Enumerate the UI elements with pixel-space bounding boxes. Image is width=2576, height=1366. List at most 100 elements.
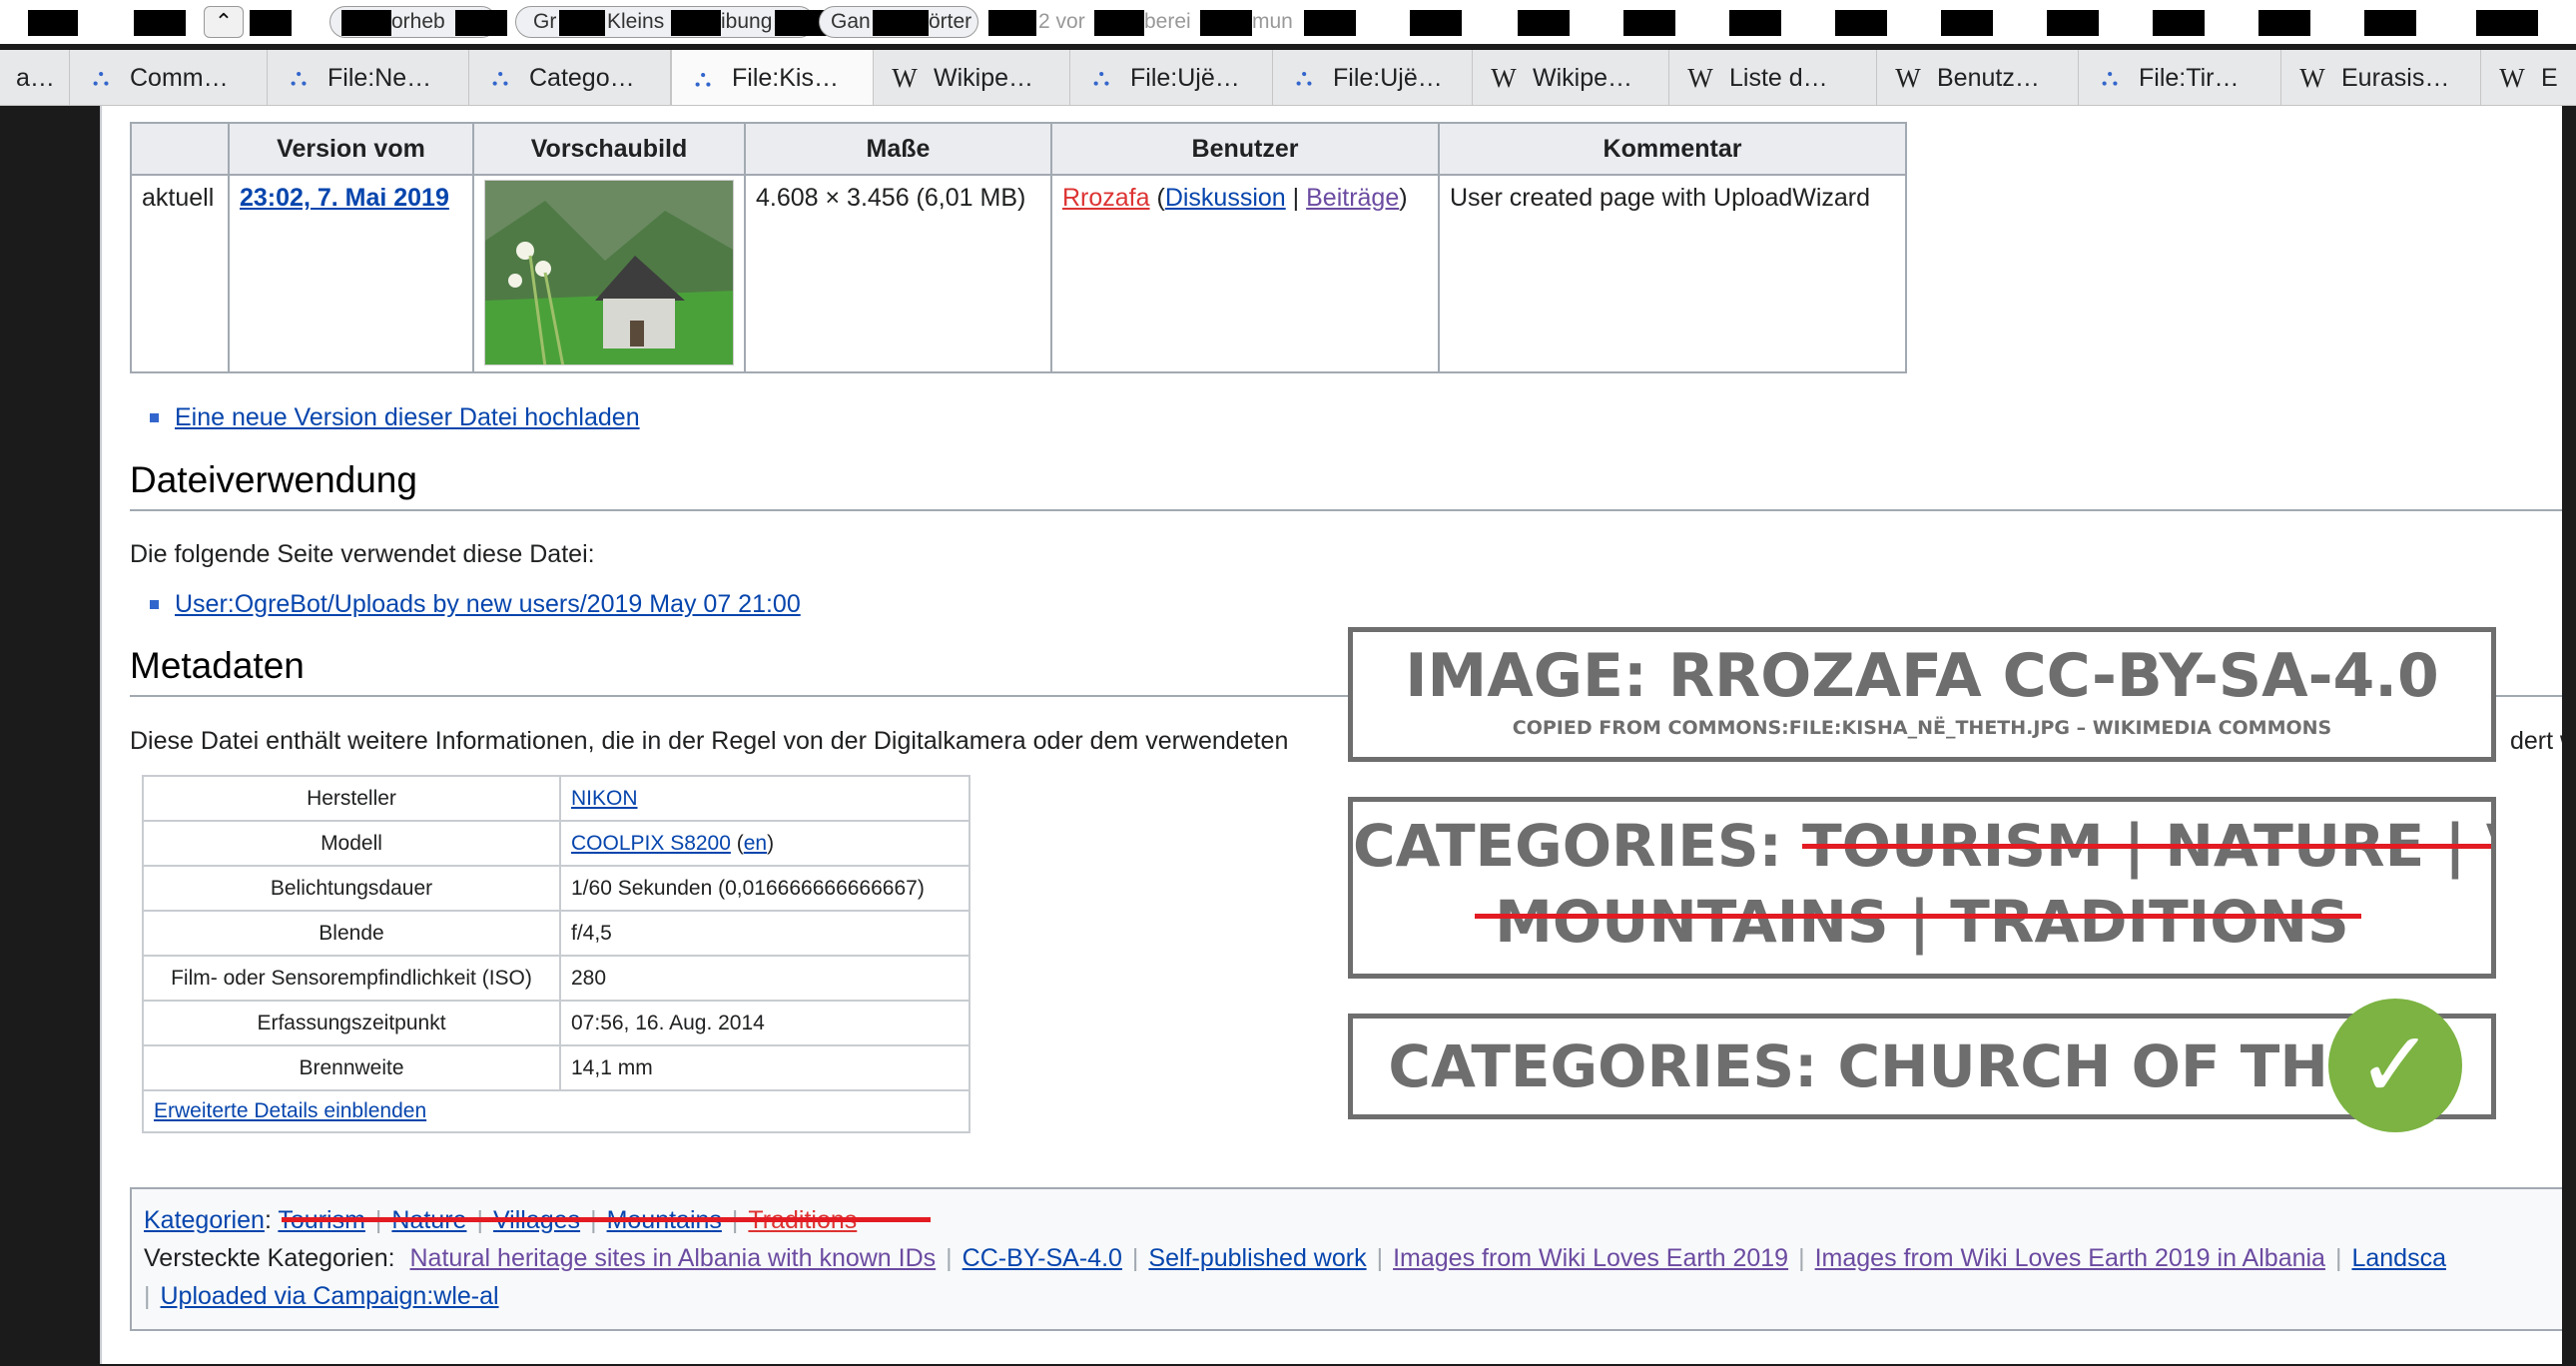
hidden-category-link[interactable]: Uploaded via Campaign:wle-al — [161, 1282, 499, 1310]
list-item: Eine neue Version dieser Datei hochladen — [130, 403, 640, 432]
rejected-categories-line-1: CATEGORIES: TOURISM | NATURE | VILLAGES … — [1353, 802, 2491, 884]
upload-new-version-link[interactable]: Eine neue Version dieser Datei hochladen — [175, 403, 640, 432]
tab-1[interactable]: ⛬ Comm… — [70, 50, 268, 105]
redacted-block — [134, 10, 186, 36]
tab-label: Catego… — [529, 63, 635, 92]
redacted-block — [1941, 10, 1993, 36]
strikethrough-line — [1475, 914, 2361, 919]
tab-8[interactable]: W Wikipe… — [1473, 50, 1669, 105]
tab-label: File:Ujë… — [1333, 63, 1443, 92]
image-credit-title: IMAGE: RROZAFA CC-BY-SA-4.0 — [1405, 641, 2439, 711]
table-row: Film- oder Sensorempfindlichkeit (ISO) 28… — [142, 955, 970, 1002]
tab-label: File:Ujë… — [1130, 63, 1240, 92]
metadata-key: Belichtungsdauer — [142, 865, 561, 912]
wikimedia-commons-icon: ⛬ — [491, 64, 509, 91]
redacted-block — [28, 10, 78, 36]
tab-2[interactable]: ⛬ File:Ne… — [268, 50, 469, 105]
hidden-category-row: Versteckte Kategorien: Natural heritage … — [144, 1244, 2446, 1272]
expand-details-link[interactable]: Erweiterte Details einblenden — [154, 1099, 426, 1122]
redacted-block — [988, 10, 1036, 36]
tab-label: File:Tir… — [2139, 63, 2240, 92]
strikethrough-line — [282, 1217, 931, 1222]
tab-11[interactable]: ⛬ File:Tir… — [2079, 50, 2281, 105]
table-row: Erweiterte Details einblenden — [142, 1089, 970, 1133]
file-usage-heading: Dateiverwendung — [130, 459, 2562, 511]
image-credit-subtitle: COPIED FROM COMMONS:FILE:KISHA_NË_THETH.… — [1512, 717, 2332, 739]
metadata-key: Brennweite — [142, 1044, 561, 1091]
redacted-block — [250, 10, 292, 36]
strikethrough-line — [1802, 844, 2491, 849]
version-date-link[interactable]: 23:02, 7. Mai 2019 — [240, 184, 449, 212]
version-comment: User created page with UploadWizard — [1438, 174, 1907, 373]
categories-label-link[interactable]: Kategorien — [144, 1206, 265, 1234]
whole-words-label: Gan — [831, 10, 871, 33]
tab-5[interactable]: W Wikipe… — [874, 50, 1070, 105]
tab-3[interactable]: ⛬ Catego… — [469, 50, 671, 105]
thumbnail-image[interactable] — [484, 180, 734, 365]
match-count-text-2: berei — [1144, 10, 1191, 33]
wikipedia-icon: W — [1895, 62, 1921, 93]
hidden-category-link[interactable]: Landsca — [2351, 1244, 2446, 1272]
version-user-cell: Rrozafa (Diskussion | Beiträge) — [1050, 174, 1440, 373]
metadata-value: 1/60 Sekunden (0,016666666666667) — [559, 865, 970, 912]
metadata-key: Film- oder Sensorempfindlichkeit (ISO) — [142, 955, 561, 1002]
tab-label: Wikipe… — [934, 63, 1034, 92]
model-link[interactable]: COOLPIX S8200 — [571, 832, 731, 855]
redacted-block — [873, 10, 929, 36]
tab-0[interactable]: a… — [0, 50, 70, 105]
tab-10[interactable]: W Benutz… — [1877, 50, 2079, 105]
hidden-category-link[interactable]: Images from Wiki Loves Earth 2019 in Alb… — [1815, 1244, 2325, 1272]
tab-4[interactable]: ⛬ File:Kis… — [671, 50, 874, 105]
hidden-categories-label: Versteckte Kategorien: — [144, 1244, 395, 1272]
redacted-block — [1094, 10, 1144, 36]
col-header-dims: Maße — [744, 122, 1052, 176]
hidden-category-link[interactable]: CC-BY-SA-4.0 — [963, 1244, 1122, 1272]
file-history-table: Version vom Vorschaubild Maße Benutzer K… — [130, 122, 1907, 373]
redacted-block — [1835, 10, 1887, 36]
table-row: Brennweite 14,1 mm — [142, 1044, 970, 1091]
tab-7[interactable]: ⛬ File:Ujë… — [1273, 50, 1473, 105]
col-header-user: Benutzer — [1050, 122, 1440, 176]
chevron-up-icon[interactable]: ⌃ — [204, 6, 244, 38]
tab-label: Eurasis… — [2341, 63, 2450, 92]
version-dimensions: 4.608 × 3.456 (6,01 MB) — [744, 174, 1052, 373]
metadata-intro-tail: dert w — [2510, 727, 2562, 755]
hidden-category-link[interactable]: Images from Wiki Loves Earth 2019 — [1393, 1244, 1788, 1272]
tab-label: a… — [16, 63, 55, 92]
tab-9[interactable]: W Liste d… — [1669, 50, 1877, 105]
tab-6[interactable]: ⛬ File:Ujë… — [1070, 50, 1273, 105]
approved-categories-overlay: CATEGORIES: CHURCH OF THETH — [1348, 1014, 2496, 1119]
metadata-key: Modell — [142, 820, 561, 867]
redacted-block — [2476, 10, 2538, 36]
redacted-block — [341, 10, 391, 36]
tab-13[interactable]: WE — [2481, 50, 2576, 105]
col-header-date: Version vom — [228, 122, 474, 176]
file-usage-link[interactable]: User:OgreBot/Uploads by new users/2019 M… — [175, 590, 801, 619]
user-talk-link[interactable]: Diskussion — [1165, 184, 1286, 212]
rejected-categories-line-2: MOUNTAINS | TRADITIONS — [1353, 884, 2491, 960]
metadata-value: 14,1 mm — [559, 1044, 970, 1091]
wikimedia-commons-icon: ⛬ — [1092, 64, 1110, 91]
wikimedia-commons-icon: ⛬ — [694, 64, 712, 92]
user-link[interactable]: Rrozafa — [1062, 184, 1150, 212]
tab-label: Comm… — [130, 63, 229, 92]
tab-label: E — [2541, 63, 2558, 92]
user-contribs-link[interactable]: Beiträge — [1306, 184, 1399, 212]
manufacturer-link[interactable]: NIKON — [571, 787, 638, 810]
link-separator: | — [1292, 184, 1300, 212]
redacted-block — [1304, 10, 1356, 36]
model-lang-link[interactable]: en — [744, 832, 767, 855]
match-count-text: 2 vor — [1038, 10, 1085, 33]
wikipedia-icon: W — [892, 62, 918, 93]
match-case-label-3: ibung — [721, 10, 773, 33]
hidden-category-link[interactable]: Natural heritage sites in Albania with k… — [410, 1244, 937, 1272]
tab-bar: a… ⛬ Comm… ⛬ File:Ne… ⛬ Catego… ⛬ File:Kis… W Wiki… — [0, 50, 2576, 106]
bullet-icon — [150, 413, 159, 422]
rejected-categories-struck-1: TOURISM | NATURE | VILLAGES | — [1802, 808, 2491, 884]
redacted-block — [2153, 10, 2205, 36]
metadata-value: f/4,5 — [559, 910, 970, 957]
tab-label: Liste d… — [1729, 63, 1828, 92]
hidden-category-link[interactable]: Self-published work — [1148, 1244, 1366, 1272]
tab-12[interactable]: W Eurasis… — [2281, 50, 2481, 105]
col-header-status — [130, 122, 230, 176]
